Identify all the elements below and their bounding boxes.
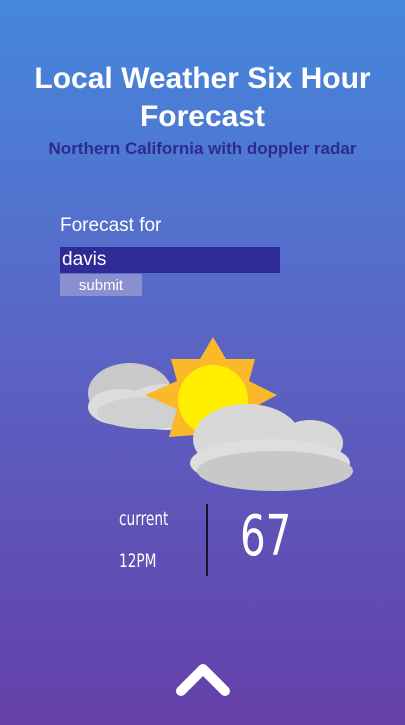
temperature-value: 67 [240, 504, 292, 569]
forecast-time: 12PM [119, 550, 157, 572]
page-subtitle: Northern California with doppler radar [48, 139, 357, 158]
divider [206, 504, 208, 576]
current-label: current [119, 508, 169, 530]
submit-button[interactable]: submit [60, 274, 142, 296]
location-input[interactable] [60, 247, 280, 273]
partly-cloudy-icon [88, 337, 353, 491]
forecast-for-label: Forecast for [60, 215, 162, 236]
page-title: Local Weather Six Hour Forecast [34, 62, 371, 133]
front-cloud [190, 404, 353, 491]
chevron-up-icon[interactable] [172, 658, 234, 702]
